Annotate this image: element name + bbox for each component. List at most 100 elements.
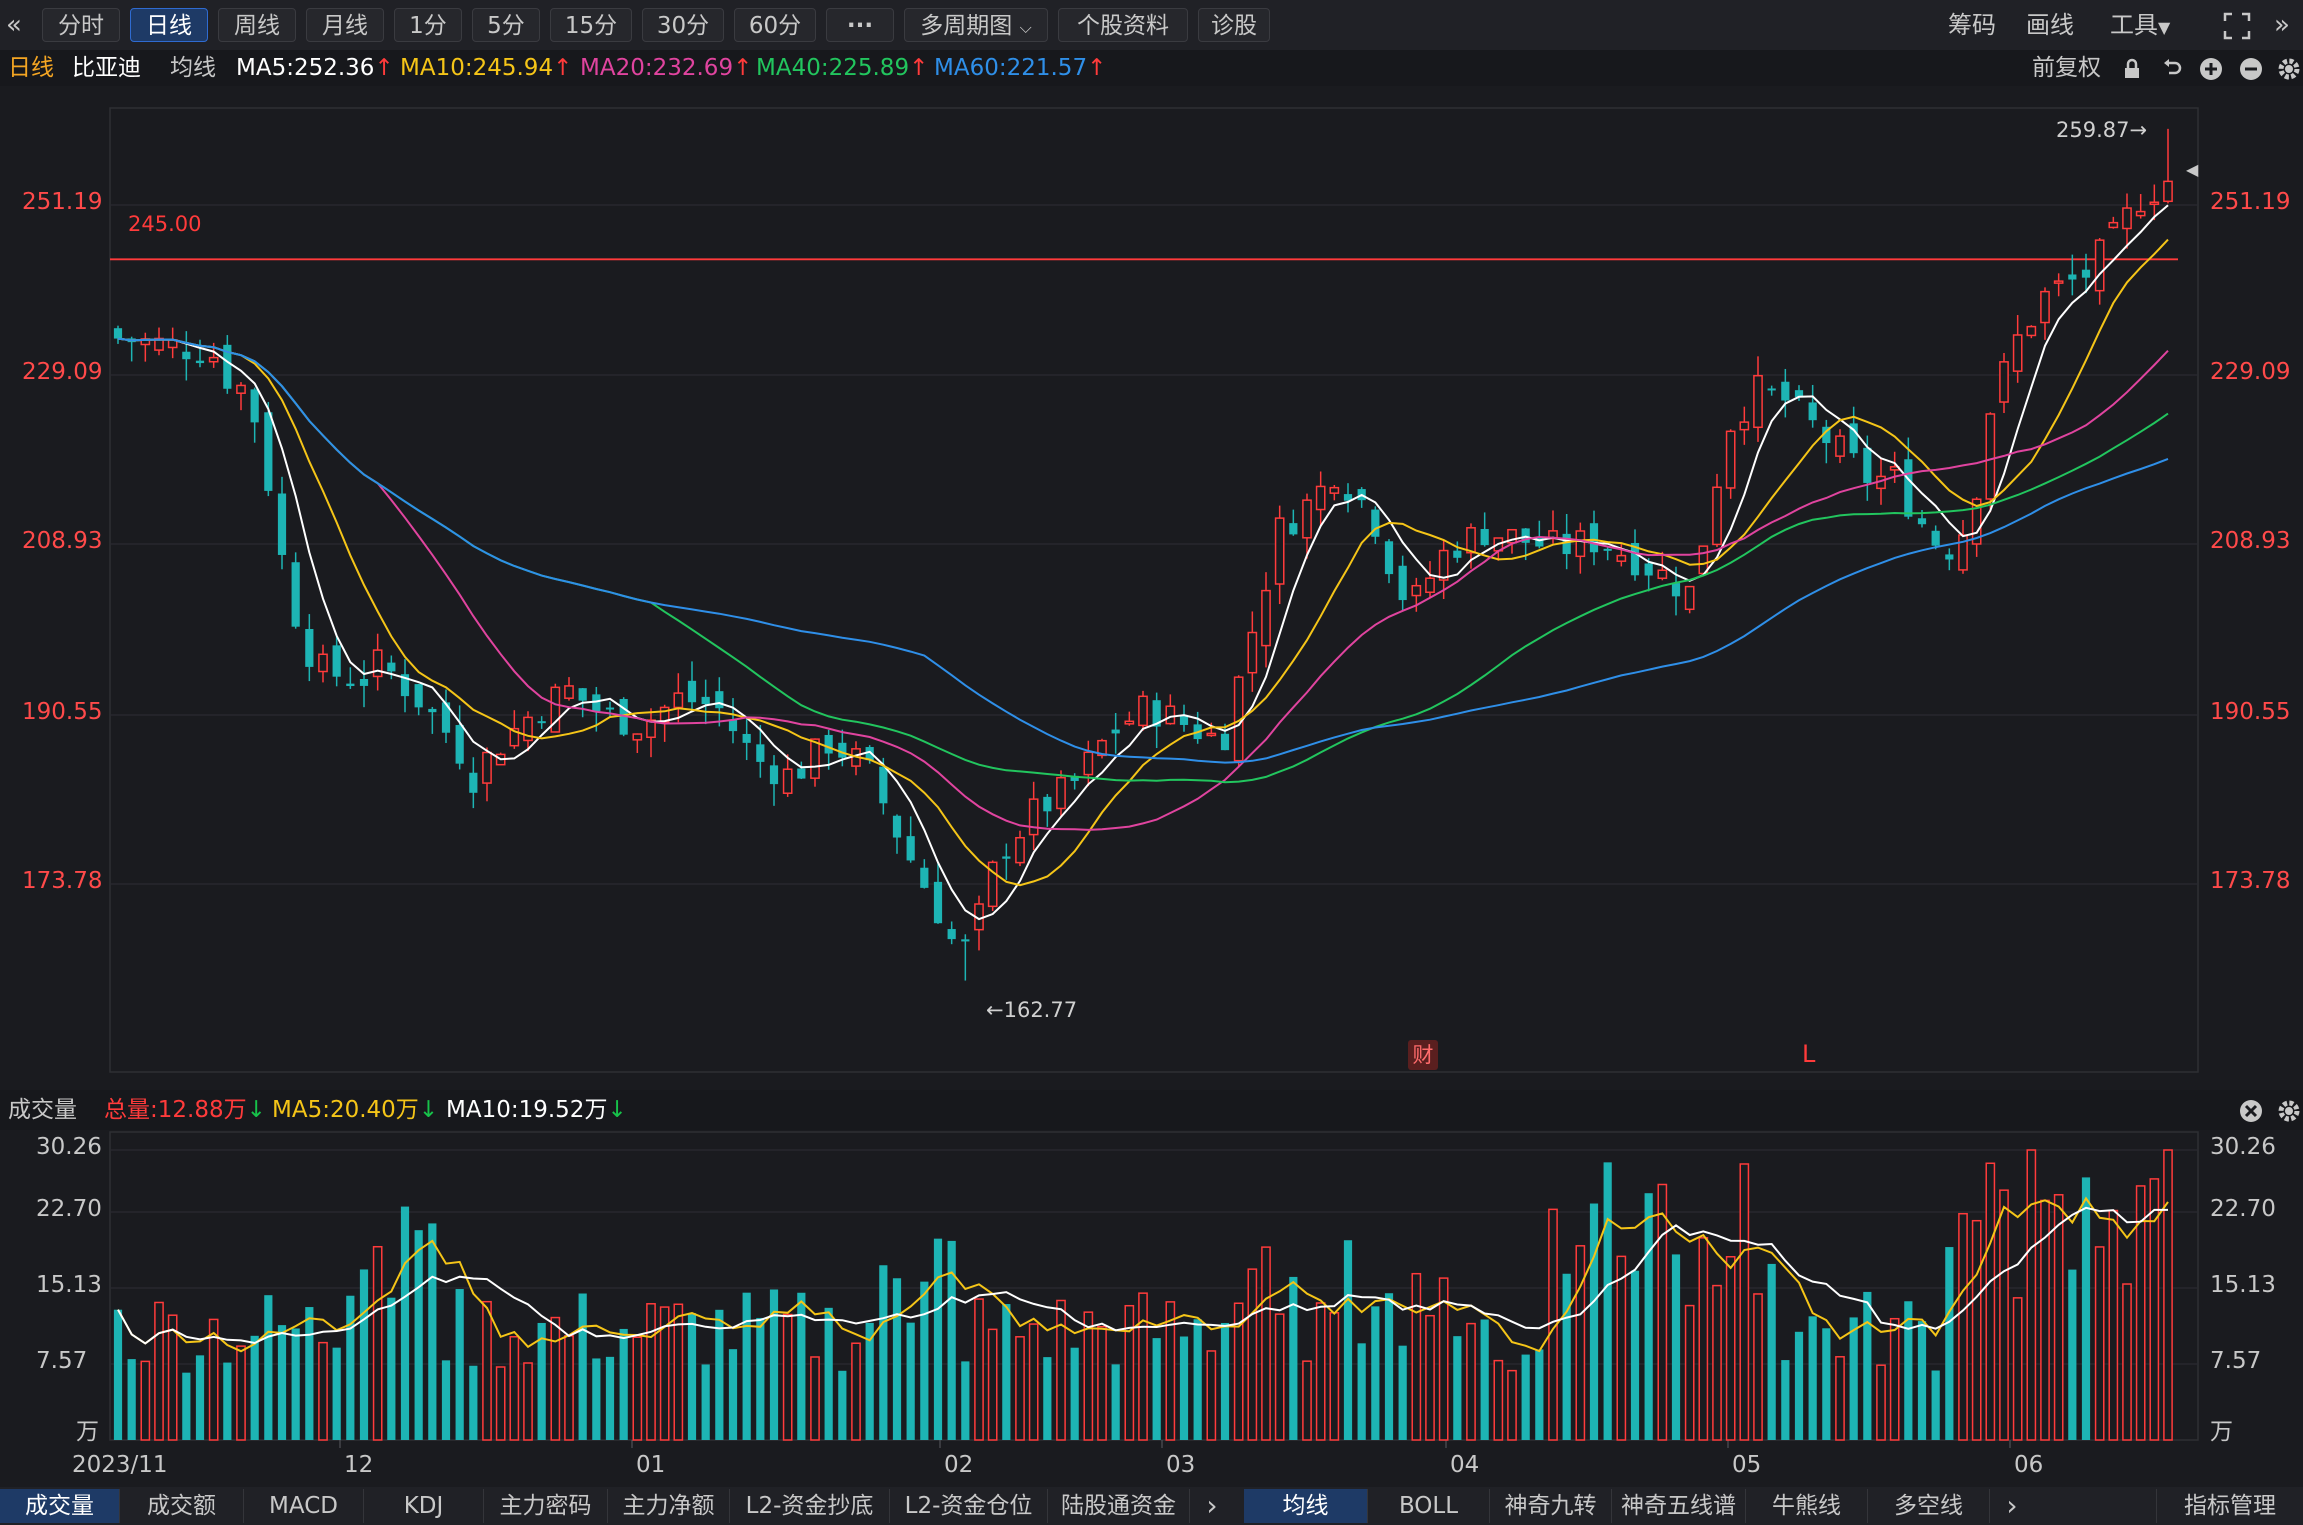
volume-bar	[892, 1278, 902, 1440]
volume-label: 成交量	[8, 1097, 77, 1123]
high-price-label: 259.87→	[2056, 118, 2148, 142]
volume-bar	[1971, 1219, 1982, 1441]
date-axis-label: 06	[2014, 1452, 2044, 1478]
volume-bar	[605, 1356, 615, 1440]
candle-body	[1329, 486, 1340, 494]
volume-bar	[1644, 1193, 1653, 1440]
candle-body	[1589, 523, 1599, 553]
tab-northbound-funds[interactable]: 陆股通资金	[1048, 1489, 1190, 1523]
candle-body	[1425, 577, 1435, 593]
candle-body	[537, 721, 546, 724]
volume-bar	[1931, 1370, 1940, 1440]
candle-body	[2122, 207, 2132, 230]
tab-boll[interactable]: BOLL	[1368, 1489, 1490, 1523]
tab-magic-five-lines[interactable]: 神奇五线谱	[1612, 1489, 1746, 1523]
tab-main-force-code[interactable]: 主力密码	[484, 1489, 608, 1523]
volume-bar	[1371, 1306, 1380, 1440]
candle-body	[208, 356, 219, 363]
volume-bar	[2026, 1149, 2037, 1441]
tab-main-force-net[interactable]: 主力净额	[608, 1489, 730, 1523]
tab-turnover[interactable]: 成交额	[120, 1489, 244, 1523]
volume-tick-right: 7.57	[2210, 1348, 2262, 1374]
candle-body	[1438, 549, 1449, 581]
kline-chart[interactable]	[0, 0, 2303, 1525]
volume-bar	[1043, 1357, 1052, 1440]
volume-bar	[1493, 1359, 1504, 1441]
volume-bar	[974, 1298, 984, 1441]
volume-bar	[291, 1328, 300, 1440]
volume-bar	[550, 1316, 561, 1441]
volume-bar	[824, 1307, 833, 1440]
l-marker[interactable]: L	[1802, 1040, 1815, 1068]
tabs-scroll-right-icon[interactable]: ›	[1190, 1489, 1234, 1523]
volume-bar	[1725, 1256, 1736, 1441]
volume-tick-right: 22.70	[2210, 1196, 2276, 1222]
volume-bar	[1698, 1237, 1709, 1441]
volume-bar	[1384, 1293, 1394, 1440]
volume-bar	[1070, 1347, 1079, 1440]
candle-body	[1808, 402, 1817, 421]
volume-bar	[1289, 1276, 1298, 1440]
financial-report-marker[interactable]: 财	[1408, 1040, 1438, 1070]
candle-body	[632, 733, 643, 741]
candle-body	[2135, 210, 2146, 217]
current-price-pointer-icon: ◀	[2186, 160, 2199, 179]
volume-bar	[1220, 1322, 1230, 1440]
price-tick-right: 173.78	[2210, 868, 2291, 894]
volume-bar	[1575, 1245, 1586, 1441]
volume-bar	[346, 1295, 355, 1440]
volume-bar	[1315, 1302, 1326, 1441]
volume-bar	[127, 1359, 136, 1440]
candle-body	[892, 815, 902, 838]
volume-unit-left: 万	[76, 1419, 99, 1445]
close-volume-icon[interactable]	[2238, 1090, 2264, 1130]
price-tick-left: 190.55	[22, 699, 103, 725]
volume-bar	[318, 1341, 328, 1441]
volume-bar	[1398, 1345, 1407, 1440]
tab-bull-bear-line[interactable]: 牛熊线	[1746, 1489, 1868, 1523]
candle-body	[195, 360, 205, 364]
tab-long-short-line[interactable]: 多空线	[1868, 1489, 1990, 1523]
volume-bar	[1781, 1360, 1790, 1440]
candle-body	[2012, 334, 2023, 372]
volume-bar	[1616, 1255, 1627, 1441]
volume-bar	[1138, 1292, 1148, 1441]
candle-body	[1945, 554, 1954, 560]
tab-magic-nine[interactable]: 神奇九转	[1490, 1489, 1612, 1523]
volume-bar	[1999, 1189, 2009, 1441]
volume-total: 总量:12.88万↓	[104, 1097, 266, 1123]
candle-body	[1261, 589, 1271, 647]
candle-body	[715, 691, 724, 709]
volume-tick-left: 30.26	[36, 1134, 102, 1160]
tab-volume[interactable]: 成交量	[0, 1489, 120, 1523]
candle-body	[1739, 421, 1750, 431]
candle-body	[1124, 720, 1135, 725]
price-tick-left: 229.09	[22, 359, 103, 385]
tab-l2-bottom-fishing[interactable]: L2-资金抄底	[730, 1489, 890, 1523]
tab-moving-average[interactable]: 均线	[1244, 1489, 1368, 1523]
volume-bar	[619, 1328, 628, 1440]
volume-bar	[372, 1245, 383, 1441]
volume-bar	[756, 1317, 765, 1440]
volume-unit-right: 万	[2210, 1419, 2233, 1445]
candle-body	[1616, 554, 1627, 562]
volume-bar	[1193, 1319, 1202, 1440]
volume-bar	[359, 1269, 369, 1440]
volume-ma10: MA10:19.52万↓	[446, 1097, 627, 1123]
indicator-manage-button[interactable]: 指标管理	[2156, 1489, 2303, 1523]
tabs-scroll-right-icon-2[interactable]: ›	[1990, 1489, 2034, 1523]
tab-macd[interactable]: MACD	[244, 1489, 364, 1523]
candle-body	[1165, 705, 1176, 725]
volume-bar	[113, 1309, 123, 1440]
volume-bar	[305, 1307, 314, 1440]
volume-bar	[1835, 1356, 1845, 1441]
volume-tick-left: 15.13	[36, 1272, 102, 1298]
volume-bar	[2108, 1209, 2119, 1441]
volume-bar	[1343, 1240, 1353, 1440]
volume-settings-gear-icon[interactable]	[2276, 1090, 2302, 1130]
tab-l2-position[interactable]: L2-资金仓位	[890, 1489, 1048, 1523]
candle-body	[1206, 732, 1217, 737]
candle-body	[1220, 733, 1230, 751]
candle-body	[414, 684, 423, 708]
tab-kdj[interactable]: KDJ	[364, 1489, 484, 1523]
